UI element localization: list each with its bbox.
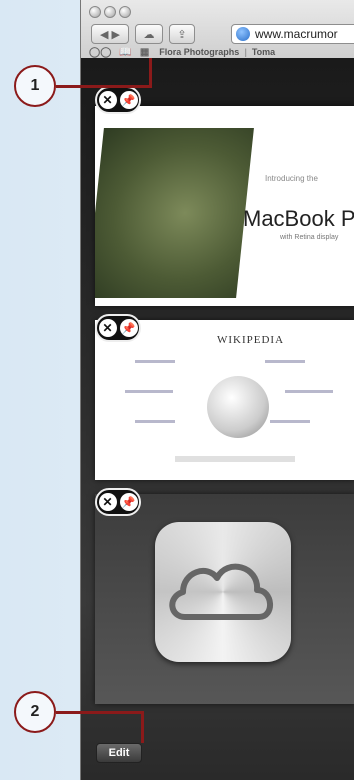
cloud-icon: ☁ (143, 28, 155, 41)
bookmark-toma[interactable]: Toma (252, 47, 275, 57)
wikipedia-title: WIKIPEDIA (217, 334, 285, 346)
tab-controls: ✕ 📌 (95, 86, 141, 114)
macbook-tagline: Introducing the (265, 174, 318, 183)
callout-1: 1 (14, 65, 56, 107)
top-sites-grid-icon[interactable]: ▦ (140, 47, 149, 58)
zoom-window-button[interactable] (119, 6, 131, 18)
wiki-link (285, 390, 333, 393)
window-toolbar: ◀ ▶ ☁ ⇪ www.macrumor ◯◯ 📖 ▦ Flora Photog… (81, 0, 354, 59)
close-tab-icon[interactable]: ✕ (98, 493, 117, 511)
bookmark-separator: | (244, 47, 247, 57)
tab-thumbnail-icloud[interactable] (95, 494, 354, 704)
tab-controls: ✕ 📌 (95, 314, 141, 342)
wiki-link (135, 420, 175, 423)
wikipedia-globe-icon (207, 376, 269, 438)
site-favicon-icon (236, 27, 250, 41)
pin-tab-icon[interactable]: 📌 (119, 319, 138, 337)
callout-2-line (141, 711, 144, 743)
wiki-link (125, 390, 173, 393)
pin-tab-icon[interactable]: 📌 (119, 493, 138, 511)
callout-2: 2 (14, 691, 56, 733)
icloud-tabs-button[interactable]: ☁ (135, 24, 163, 44)
wiki-link (265, 360, 305, 363)
icloud-logo-icon (155, 522, 291, 662)
macbook-subtitle: with Retina display (280, 234, 339, 241)
edit-button[interactable]: Edit (96, 743, 142, 763)
bookmark-flora[interactable]: Flora Photographs (159, 47, 239, 57)
share-button[interactable]: ⇪ (169, 24, 195, 44)
close-tab-icon[interactable]: ✕ (98, 319, 117, 337)
back-icon[interactable]: ◀ (100, 28, 108, 41)
macbook-title: MacBook Pro (243, 206, 354, 231)
macbook-screen-image (95, 128, 254, 298)
bookmarks-book-icon[interactable]: 📖 (119, 47, 131, 58)
back-forward-buttons[interactable]: ◀ ▶ (91, 24, 129, 44)
wiki-search-field (175, 456, 295, 462)
browser-window: ◀ ▶ ☁ ⇪ www.macrumor ◯◯ 📖 ▦ Flora Photog… (80, 0, 354, 780)
tab-controls: ✕ 📌 (95, 488, 141, 516)
url-text: www.macrumor (255, 27, 338, 41)
tab-thumbnail-macbook[interactable]: Introducing the MacBook Pro with Retina … (95, 106, 354, 306)
bookmarks-bar: ◯◯ 📖 ▦ Flora Photographs | Toma (81, 46, 354, 58)
tab-thumbnail-wikipedia[interactable]: WIKIPEDIA (95, 320, 354, 480)
macbook-page: Introducing the MacBook Pro with Retina … (95, 106, 354, 306)
close-tab-icon[interactable]: ✕ (98, 91, 117, 109)
callout-1-line (149, 58, 152, 88)
share-icon: ⇪ (177, 28, 187, 41)
wiki-link (270, 420, 310, 423)
forward-icon[interactable]: ▶ (112, 28, 120, 41)
callout-2-line (56, 711, 144, 714)
minimize-window-button[interactable] (104, 6, 116, 18)
reading-list-icon[interactable]: ◯◯ (89, 47, 111, 58)
wiki-link (135, 360, 175, 363)
cloud-outline-icon (169, 563, 273, 620)
pin-tab-icon[interactable]: 📌 (119, 91, 138, 109)
close-window-button[interactable] (89, 6, 101, 18)
tab-view: Introducing the MacBook Pro with Retina … (81, 58, 354, 780)
address-bar[interactable]: www.macrumor (231, 24, 354, 44)
callout-1-line (56, 85, 152, 88)
